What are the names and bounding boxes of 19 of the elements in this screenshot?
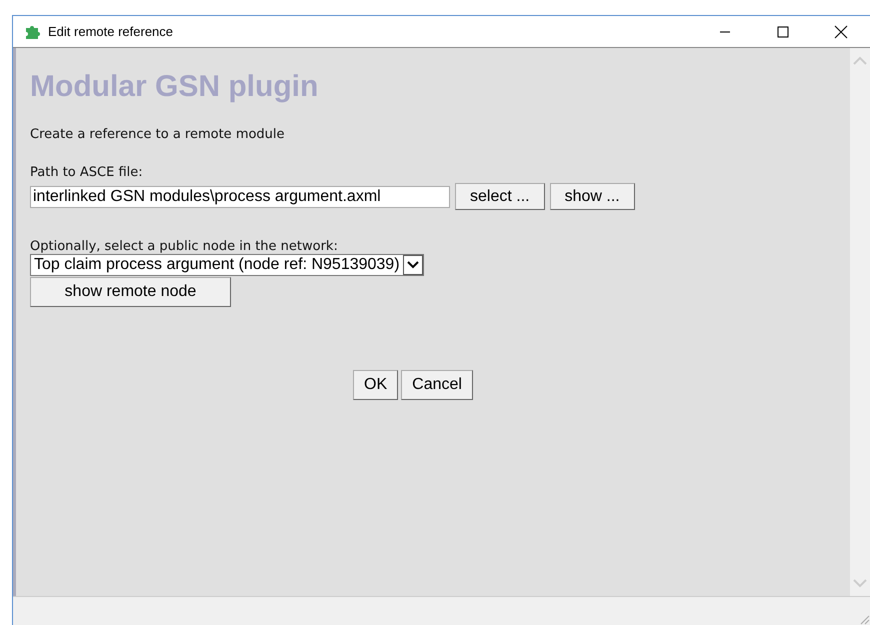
node-label: Optionally, select a public node in the network: xyxy=(30,239,338,254)
dialog-button[interactable]: OK xyxy=(353,370,398,400)
close-icon xyxy=(834,24,848,38)
node-dropdown[interactable]: Top claim process argument (node ref: N95139039) xyxy=(30,254,424,276)
show-remote-node-button[interactable]: show remote node xyxy=(30,277,231,307)
description-text: Create a reference to a remote module xyxy=(30,127,285,142)
chevron-down-icon xyxy=(406,261,419,269)
scroll-up-icon[interactable] xyxy=(853,56,867,66)
maximize-icon xyxy=(777,26,789,38)
path-action-button[interactable]: select ... xyxy=(455,183,545,210)
dialog-button[interactable]: Cancel xyxy=(401,370,473,400)
scrollbar[interactable] xyxy=(850,48,870,596)
path-input-field[interactable]: interlinked GSN modules\process argument.axml xyxy=(30,186,450,208)
path-label: Path to ASCE file: xyxy=(30,165,143,180)
path-action-button[interactable]: show ... xyxy=(550,183,635,210)
resize-grip-icon[interactable] xyxy=(858,613,870,625)
scroll-down-icon[interactable] xyxy=(853,578,867,588)
window-title: Edit remote reference xyxy=(48,24,174,39)
plugin-heading: Modular GSN plugin xyxy=(30,70,318,104)
